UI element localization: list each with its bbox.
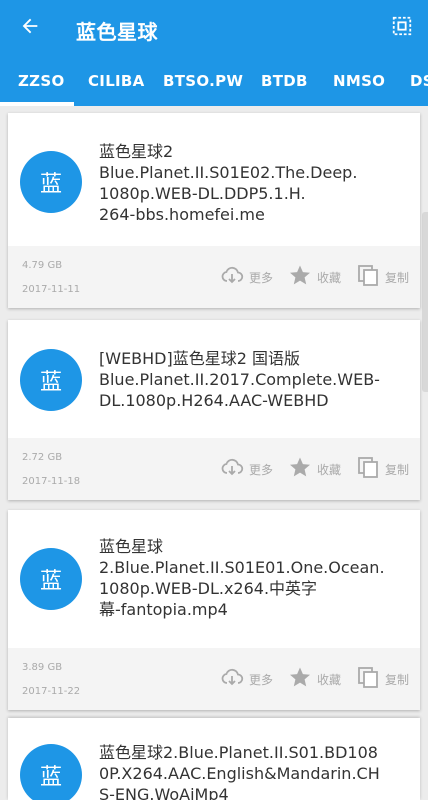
page-title: 蓝色星球 — [76, 20, 158, 44]
tab-nmso[interactable]: NMSO — [333, 72, 385, 90]
source-tabs: ZZSO CILIBA BTSO.PW BTDB NMSO DS — [0, 58, 428, 106]
result-title: 蓝色星球2.Blue.Planet.II.S01.BD108 0P.X264.A… — [99, 743, 380, 800]
result-card[interactable]: 蓝 蓝色星球 2.Blue.Planet.II.S01E01.One.Ocean… — [8, 510, 420, 710]
result-footer: 4.79 GB 2017-11-11 更多 收藏 复制 — [8, 246, 420, 308]
star-icon — [288, 665, 312, 693]
more-button[interactable]: 更多 — [220, 457, 273, 481]
copy-icon — [356, 263, 380, 291]
favorite-button[interactable]: 收藏 — [288, 265, 341, 289]
file-size: 2.72 GB — [22, 452, 63, 463]
result-card[interactable]: 蓝 蓝色星球2 Blue.Planet.II.S01E02.The.Deep. … — [8, 113, 420, 308]
select-all-icon — [391, 15, 413, 41]
more-button[interactable]: 更多 — [220, 667, 273, 691]
cloud-download-icon — [220, 455, 244, 483]
result-footer: 3.89 GB 2017-11-22 更多 收藏 复制 — [8, 648, 420, 710]
tab-btso-pw[interactable]: BTSO.PW — [163, 72, 243, 90]
result-title: 蓝色星球 2.Blue.Planet.II.S01E01.One.Ocean. … — [99, 537, 385, 619]
tab-ciliba[interactable]: CILIBA — [88, 72, 145, 90]
avatar: 蓝 — [20, 744, 82, 800]
file-date: 2017-11-11 — [22, 284, 81, 295]
copy-icon — [356, 455, 380, 483]
star-icon — [288, 455, 312, 483]
star-icon — [288, 263, 312, 291]
favorite-button[interactable]: 收藏 — [288, 457, 341, 481]
toolbar: 蓝色星球 — [0, 0, 428, 58]
favorite-button[interactable]: 收藏 — [288, 667, 341, 691]
avatar: 蓝 — [20, 151, 82, 213]
result-title: 蓝色星球2 Blue.Planet.II.S01E02.The.Deep. 10… — [99, 142, 358, 224]
copy-icon — [356, 665, 380, 693]
tab-zzso[interactable]: ZZSO — [18, 72, 65, 90]
app-bar: 蓝色星球 ZZSO CILIBA BTSO.PW BTDB NMSO DS — [0, 0, 428, 106]
result-footer: 2.72 GB 2017-11-18 更多 收藏 复制 — [8, 438, 420, 500]
scrollbar[interactable] — [422, 212, 428, 392]
file-date: 2017-11-22 — [22, 686, 81, 697]
file-date: 2017-11-18 — [22, 476, 81, 487]
arrow-back-icon — [19, 15, 41, 41]
tab-indicator — [0, 102, 74, 106]
result-card[interactable]: 蓝 蓝色星球2.Blue.Planet.II.S01.BD108 0P.X264… — [8, 718, 420, 800]
cloud-download-icon — [220, 263, 244, 291]
avatar: 蓝 — [20, 349, 82, 411]
result-card[interactable]: 蓝 [WEBHD]蓝色星球2 国语版 Blue.Planet.II.2017.C… — [8, 320, 420, 500]
back-button[interactable] — [14, 12, 46, 44]
result-title: [WEBHD]蓝色星球2 国语版 Blue.Planet.II.2017.Com… — [99, 349, 380, 410]
cloud-download-icon — [220, 665, 244, 693]
copy-button[interactable]: 复制 — [356, 265, 409, 289]
tab-ds[interactable]: DS — [410, 72, 428, 90]
avatar: 蓝 — [20, 548, 82, 610]
file-size: 3.89 GB — [22, 662, 63, 673]
select-all-button[interactable] — [386, 12, 418, 44]
copy-button[interactable]: 复制 — [356, 457, 409, 481]
tab-btdb[interactable]: BTDB — [261, 72, 308, 90]
more-button[interactable]: 更多 — [220, 265, 273, 289]
copy-button[interactable]: 复制 — [356, 667, 409, 691]
file-size: 4.79 GB — [22, 260, 63, 271]
